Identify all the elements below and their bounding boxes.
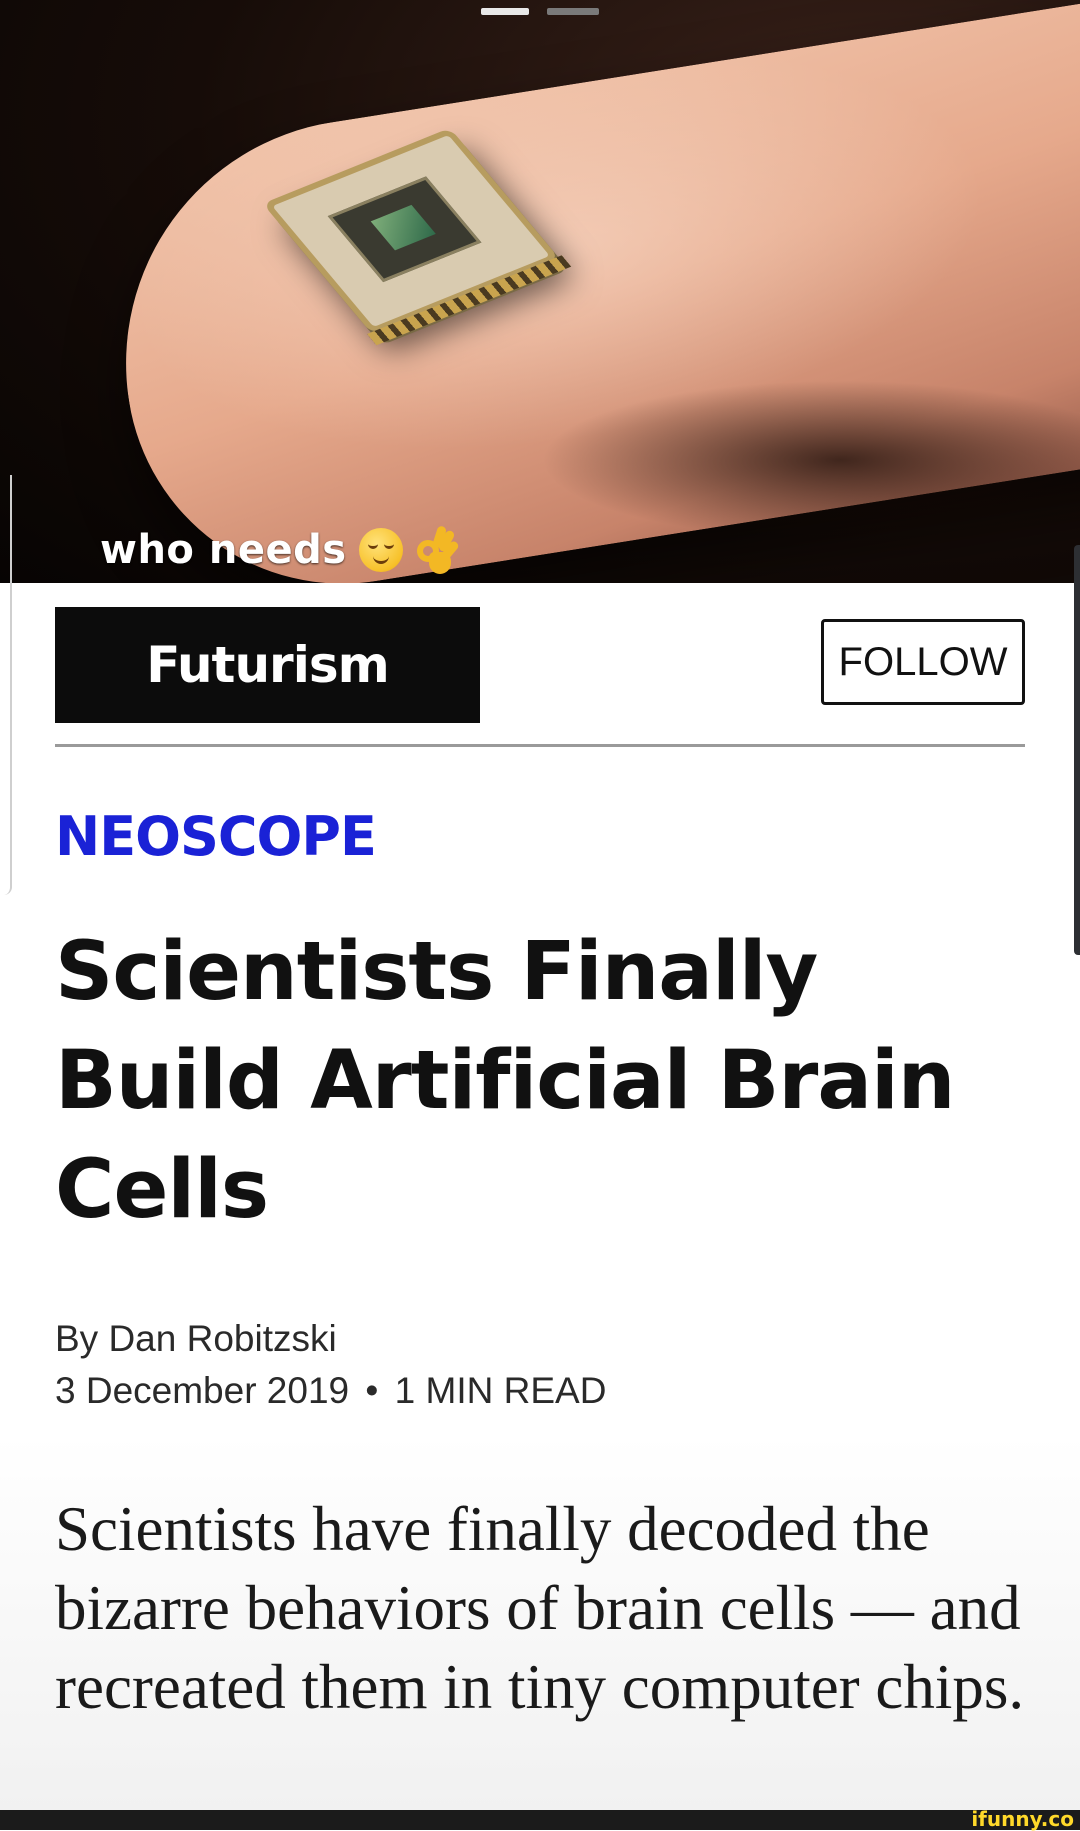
futurism-logo[interactable]: Futurism (55, 607, 480, 723)
author-byline: By Dan Robitzski (55, 1318, 337, 1359)
publish-date: 3 December 2019 (55, 1370, 350, 1411)
header-divider (55, 744, 1025, 747)
caption-text: who needs (100, 527, 347, 573)
ok-hand-emoji-icon (415, 525, 460, 574)
relieved-face-emoji-icon (358, 528, 403, 572)
article-headline: Scientists Finally Build Artificial Brai… (55, 925, 955, 1237)
logo-text: Futurism (146, 636, 389, 694)
chip-die (370, 204, 436, 251)
publisher-header: Futurism FOLLOW (55, 607, 1025, 723)
article-meta: 3 December 2019 • 1 MIN READ (55, 1370, 606, 1412)
read-time: 1 MIN READ (394, 1370, 607, 1411)
meta-separator: • (365, 1370, 379, 1411)
finger-shadow (540, 380, 1080, 540)
screen-edge-left (0, 475, 12, 895)
story-progress-indicator (547, 8, 599, 15)
meme-caption: who needs (100, 520, 460, 580)
photo-microchip-on-fingertip: who needs (0, 0, 1080, 583)
chip-package (327, 176, 482, 283)
article-summary: Scientists have finally decoded the biza… (55, 1494, 1025, 1722)
ok-palm (428, 552, 451, 574)
scrollbar[interactable] (1074, 545, 1080, 955)
bottom-bar (0, 1810, 1080, 1830)
emoji-mouth (372, 554, 389, 564)
category-label[interactable]: NEOSCOPE (55, 805, 377, 868)
follow-button[interactable]: FOLLOW (821, 619, 1025, 705)
story-progress-indicator-active (481, 8, 529, 15)
ifunny-watermark: ifunny.co (971, 1807, 1074, 1831)
